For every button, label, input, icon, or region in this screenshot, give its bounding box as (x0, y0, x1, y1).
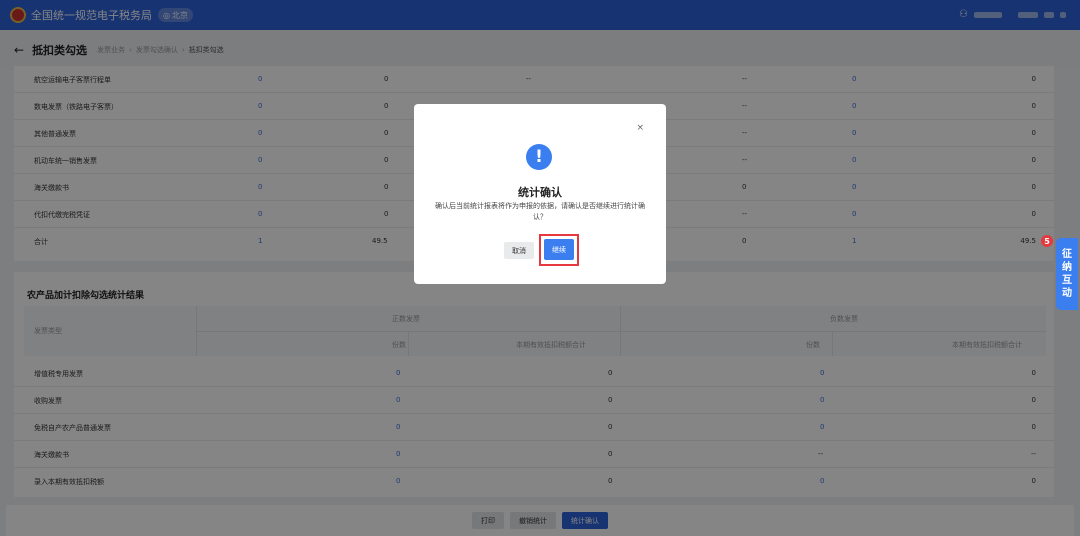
statistics-confirm-dialog: × ! 统计确认 确认后当前统计报表将作为申报的依据，请确认是否继续进行统计确认… (414, 104, 666, 284)
dialog-title: 统计确认 (518, 186, 562, 199)
cancel-button[interactable]: 取消 (504, 242, 534, 259)
widget-char: 纳 (1062, 262, 1072, 273)
close-icon[interactable]: × (636, 123, 644, 133)
widget-char: 动 (1062, 288, 1072, 299)
widget-char: 互 (1062, 275, 1072, 286)
exclamation-icon: ! (526, 144, 552, 170)
widget-char: 征 (1062, 249, 1072, 260)
dialog-message: 确认后当前统计报表将作为申报的依据，请确认是否继续进行统计确认？ (435, 202, 645, 221)
notification-badge: 5 (1041, 235, 1053, 247)
interaction-widget[interactable]: 征 纳 互 动 (1056, 238, 1078, 310)
continue-button[interactable]: 继续 (544, 239, 574, 260)
